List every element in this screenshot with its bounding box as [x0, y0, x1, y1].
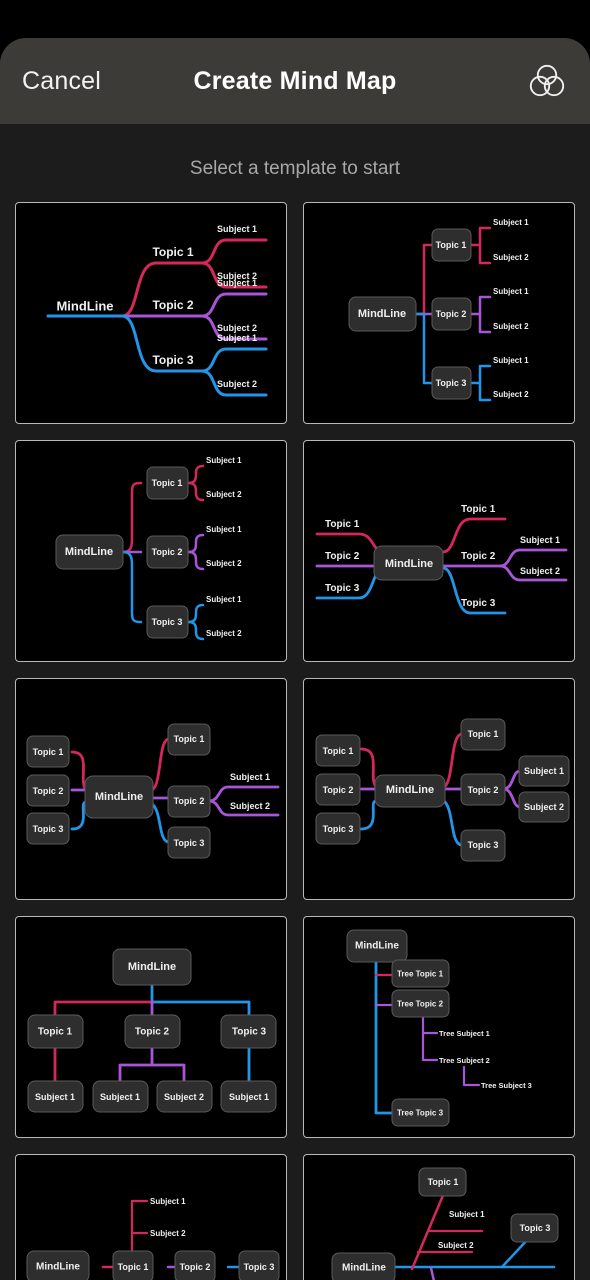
node-label-topic-2: Topic 2: [174, 796, 205, 806]
node-label-root: MindLine: [128, 961, 176, 973]
node-label-topic-3: Topic 3: [461, 598, 496, 609]
template-card-orthogonal-right-boxes[interactable]: MindLine Topic 1 Topic 2 Topic 3 Subject…: [303, 202, 575, 424]
node-label-subject-1: Subject 1: [229, 1092, 269, 1102]
node-label-subject-2: Subject 2: [493, 322, 529, 331]
node-label-root: MindLine: [36, 1262, 80, 1273]
node-label-root: MindLine: [56, 299, 113, 314]
app-root: Cancel Create Mind Map Select a template…: [0, 0, 590, 1280]
node-label-subject-2: Subject 2: [206, 559, 242, 568]
node-label-topic-1: Topic 1: [428, 1177, 459, 1187]
node-label-subject-1: Subject 1: [493, 218, 529, 227]
node-label-topic-3: Topic 3: [152, 353, 193, 367]
node-label-subject-2: Subject 2: [164, 1092, 204, 1102]
node-label-topic-3: Topic 3: [174, 838, 205, 848]
node-label-topic-2: Topic 2: [436, 309, 467, 319]
node-label-topic-3: Topic 3: [520, 1223, 551, 1233]
template-card-org-chart-top-down[interactable]: MindLine Topic 1 Topic 2 Topic 3 Subject…: [15, 916, 287, 1138]
node-label-topic-3: Topic 3: [33, 824, 64, 834]
node-label-topic-3: Topic 3: [232, 1027, 267, 1038]
template-card-horizontal-timeline[interactable]: MindLine Topic 1 Topic 2 Topic 3 Subject…: [15, 1154, 287, 1280]
node-label-subject-2: Subject 2: [150, 1229, 186, 1238]
node-label-tree-subject-1: Tree Subject 1: [439, 1029, 490, 1038]
node-label-root: MindLine: [95, 791, 143, 803]
node-label-topic-2: Topic 2: [323, 785, 354, 795]
node-label-topic-3: Topic 3: [325, 583, 360, 594]
node-label-subject-1: Subject 1: [449, 1210, 485, 1219]
node-label-subject-1: Subject 1: [493, 356, 529, 365]
node-label-subject-1: Subject 1: [217, 224, 257, 234]
node-label-subject-2: Subject 2: [493, 253, 529, 262]
node-label-topic-2: Topic 2: [461, 551, 496, 562]
node-label-topic-2: Topic 2: [152, 298, 193, 312]
node-label-tree-subject-3: Tree Subject 3: [481, 1081, 532, 1090]
node-label-subject-1: Subject 1: [520, 535, 560, 545]
node-label-subject-2: Subject 2: [217, 323, 257, 333]
node-label-topic-1: Topic 1: [323, 746, 354, 756]
node-label-tree-topic-3: Tree Topic 3: [397, 1109, 444, 1118]
node-label-topic-2: Topic 2: [180, 1262, 211, 1272]
node-label-subject-2: Subject 2: [524, 802, 564, 812]
node-label-subject-2: Subject 2: [438, 1241, 474, 1250]
node-label-tree-subject-2: Tree Subject 2: [439, 1056, 490, 1065]
node-label-subject-1: Subject 1: [493, 287, 529, 296]
node-label-topic-1: Topic 1: [152, 245, 193, 259]
node-label-topic-1: Topic 1: [118, 1262, 149, 1272]
template-card-bilateral-boxes-box-sub[interactable]: Topic 1 Topic 2 Topic 3 MindLine Topic 1…: [303, 678, 575, 900]
template-card-bilateral-organic-text[interactable]: MindLine Topic 1 Topic 2 Topic 3 Topic 1…: [303, 440, 575, 662]
venn-circles-icon[interactable]: [526, 60, 568, 102]
node-label-root: MindLine: [385, 558, 433, 570]
node-label-subject-1: Subject 1: [217, 278, 257, 288]
node-label-tree-topic-2: Tree Topic 2: [397, 1000, 444, 1009]
navigation-bar: Cancel Create Mind Map: [0, 38, 590, 124]
node-label-topic-2: Topic 2: [135, 1027, 170, 1038]
node-label-topic-1: Topic 1: [174, 734, 205, 744]
node-label-topic-1: Topic 1: [38, 1027, 73, 1038]
template-card-bracket-right-boxes[interactable]: MindLine Topic 1 Topic 2 Topic 3 Subject…: [15, 440, 287, 662]
node-label-root: MindLine: [386, 784, 434, 796]
node-label-subject-1: Subject 1: [230, 772, 270, 782]
node-label-topic-1: Topic 1: [325, 519, 360, 530]
template-card-fishbone-diagonal[interactable]: MindLine Topic 1 Topic 3 Subject 1 Subje…: [303, 1154, 575, 1280]
node-label-topic-3: Topic 3: [323, 824, 354, 834]
node-label-root: MindLine: [355, 941, 399, 952]
cancel-button[interactable]: Cancel: [22, 67, 101, 96]
template-card-organic-right-branch[interactable]: MindLine Topic 1 Topic 2 Topic 3 Subject…: [15, 202, 287, 424]
node-label-topic-1: Topic 1: [152, 478, 183, 488]
node-label-topic-1: Topic 1: [461, 504, 496, 515]
node-label-root: MindLine: [342, 1263, 386, 1274]
node-label-subject-1: Subject 1: [100, 1092, 140, 1102]
template-card-bilateral-boxes-text-sub[interactable]: Topic 1 Topic 2 Topic 3 MindLine Topic 1…: [15, 678, 287, 900]
node-label-topic-1: Topic 1: [468, 729, 499, 739]
node-label-subject-1: Subject 1: [206, 456, 242, 465]
node-label-topic-1: Topic 1: [436, 240, 467, 250]
node-label-subject-1: Subject 1: [206, 525, 242, 534]
node-label-subject-2: Subject 2: [230, 801, 270, 811]
node-label-subject-2: Subject 2: [520, 566, 560, 576]
node-label-subject-1: Subject 1: [35, 1092, 75, 1102]
node-label-subject-1: Subject 1: [206, 595, 242, 604]
node-label-root: MindLine: [358, 308, 406, 320]
node-label-root: MindLine: [65, 546, 113, 558]
node-label-topic-3: Topic 3: [152, 617, 183, 627]
node-label-topic-2: Topic 2: [152, 547, 183, 557]
node-label-subject-1: Subject 1: [150, 1197, 186, 1206]
node-label-subject-1: Subject 1: [524, 766, 564, 776]
create-mind-map-sheet: Cancel Create Mind Map Select a template…: [0, 38, 590, 1280]
node-label-subject-2: Subject 2: [206, 490, 242, 499]
node-label-topic-2: Topic 2: [468, 785, 499, 795]
node-label-topic-1: Topic 1: [33, 747, 64, 757]
node-label-subject-2: Subject 2: [206, 629, 242, 638]
subtitle: Select a template to start: [0, 124, 590, 202]
node-label-topic-3: Topic 3: [468, 840, 499, 850]
node-label-subject-2: Subject 2: [493, 390, 529, 399]
node-label-tree-topic-1: Tree Topic 1: [397, 970, 444, 979]
node-label-topic-2: Topic 2: [325, 551, 360, 562]
node-label-topic-3: Topic 3: [244, 1262, 275, 1272]
node-label-topic-2: Topic 2: [33, 786, 64, 796]
template-grid: MindLine Topic 1 Topic 2 Topic 3 Subject…: [0, 202, 590, 1280]
node-label-subject-2: Subject 2: [217, 379, 257, 389]
node-label-topic-3: Topic 3: [436, 378, 467, 388]
template-card-indented-tree[interactable]: MindLine Tree Topic 1 Tree Topic 2 Tree …: [303, 916, 575, 1138]
node-label-subject-1: Subject 1: [217, 333, 257, 343]
